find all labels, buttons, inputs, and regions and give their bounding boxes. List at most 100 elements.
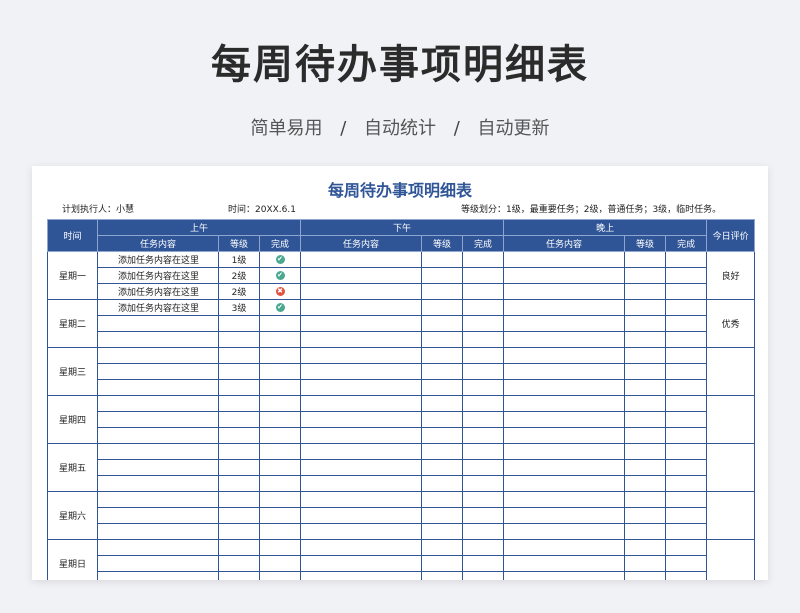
afternoon-task-cell[interactable] (300, 507, 423, 524)
level-cell[interactable] (218, 571, 260, 580)
evening-done-cell[interactable] (665, 251, 708, 268)
afternoon-level-cell[interactable] (421, 315, 464, 332)
afternoon-done-cell[interactable] (462, 443, 505, 460)
evening-done-cell[interactable] (665, 555, 708, 572)
level-cell[interactable] (218, 363, 260, 380)
done-cell[interactable] (258, 379, 302, 396)
evening-level-cell[interactable] (624, 427, 667, 444)
afternoon-level-cell[interactable] (421, 411, 464, 428)
evening-level-cell[interactable] (624, 539, 667, 556)
task-cell[interactable] (97, 363, 219, 380)
afternoon-done-cell[interactable] (462, 491, 505, 508)
evening-task-cell[interactable] (503, 283, 626, 300)
done-cell[interactable]: ✔ (258, 267, 302, 284)
done-cell[interactable] (258, 539, 302, 556)
afternoon-level-cell[interactable] (421, 251, 464, 268)
evening-level-cell[interactable] (624, 523, 667, 540)
evening-done-cell[interactable] (665, 299, 708, 316)
afternoon-task-cell[interactable] (300, 523, 423, 540)
afternoon-task-cell[interactable] (300, 475, 423, 492)
evening-done-cell[interactable] (665, 347, 708, 364)
done-cell[interactable] (258, 315, 302, 332)
evening-done-cell[interactable] (665, 507, 708, 524)
afternoon-done-cell[interactable] (462, 315, 505, 332)
level-cell[interactable] (218, 475, 260, 492)
rating-cell[interactable]: 优秀 (706, 299, 756, 348)
afternoon-done-cell[interactable] (462, 427, 505, 444)
evening-done-cell[interactable] (665, 459, 708, 476)
task-cell[interactable] (97, 443, 219, 460)
level-cell[interactable] (218, 347, 260, 364)
afternoon-task-cell[interactable] (300, 459, 423, 476)
afternoon-done-cell[interactable] (462, 507, 505, 524)
task-cell[interactable] (97, 379, 219, 396)
level-cell[interactable] (218, 459, 260, 476)
task-cell[interactable] (97, 315, 219, 332)
evening-level-cell[interactable] (624, 267, 667, 284)
afternoon-done-cell[interactable] (462, 267, 505, 284)
afternoon-task-cell[interactable] (300, 283, 423, 300)
task-cell[interactable]: 添加任务内容在这里 (97, 283, 219, 300)
evening-level-cell[interactable] (624, 379, 667, 396)
level-cell[interactable] (218, 491, 260, 508)
evening-task-cell[interactable] (503, 523, 626, 540)
afternoon-done-cell[interactable] (462, 347, 505, 364)
evening-task-cell[interactable] (503, 363, 626, 380)
rating-cell[interactable] (706, 347, 756, 396)
done-cell[interactable] (258, 331, 302, 348)
evening-level-cell[interactable] (624, 475, 667, 492)
afternoon-done-cell[interactable] (462, 459, 505, 476)
afternoon-done-cell[interactable] (462, 411, 505, 428)
evening-task-cell[interactable] (503, 555, 626, 572)
evening-level-cell[interactable] (624, 443, 667, 460)
done-cell[interactable] (258, 395, 302, 412)
level-cell[interactable] (218, 555, 260, 572)
level-cell[interactable] (218, 411, 260, 428)
afternoon-level-cell[interactable] (421, 443, 464, 460)
evening-level-cell[interactable] (624, 395, 667, 412)
task-cell[interactable] (97, 427, 219, 444)
evening-task-cell[interactable] (503, 491, 626, 508)
evening-task-cell[interactable] (503, 411, 626, 428)
done-cell[interactable] (258, 491, 302, 508)
afternoon-level-cell[interactable] (421, 347, 464, 364)
task-cell[interactable]: 添加任务内容在这里 (97, 299, 219, 316)
evening-task-cell[interactable] (503, 347, 626, 364)
evening-done-cell[interactable] (665, 427, 708, 444)
level-cell[interactable] (218, 507, 260, 524)
evening-task-cell[interactable] (503, 395, 626, 412)
evening-done-cell[interactable] (665, 315, 708, 332)
evening-task-cell[interactable] (503, 475, 626, 492)
afternoon-level-cell[interactable] (421, 459, 464, 476)
level-cell[interactable] (218, 395, 260, 412)
afternoon-done-cell[interactable] (462, 283, 505, 300)
afternoon-done-cell[interactable] (462, 539, 505, 556)
afternoon-task-cell[interactable] (300, 571, 423, 580)
task-cell[interactable] (97, 459, 219, 476)
evening-task-cell[interactable] (503, 251, 626, 268)
afternoon-level-cell[interactable] (421, 395, 464, 412)
afternoon-done-cell[interactable] (462, 251, 505, 268)
evening-done-cell[interactable] (665, 571, 708, 580)
evening-task-cell[interactable] (503, 299, 626, 316)
afternoon-level-cell[interactable] (421, 427, 464, 444)
afternoon-task-cell[interactable] (300, 363, 423, 380)
done-cell[interactable] (258, 363, 302, 380)
evening-task-cell[interactable] (503, 379, 626, 396)
task-cell[interactable]: 添加任务内容在这里 (97, 267, 219, 284)
afternoon-level-cell[interactable] (421, 283, 464, 300)
afternoon-level-cell[interactable] (421, 507, 464, 524)
evening-task-cell[interactable] (503, 571, 626, 580)
task-cell[interactable] (97, 571, 219, 580)
afternoon-level-cell[interactable] (421, 523, 464, 540)
done-cell[interactable] (258, 475, 302, 492)
evening-done-cell[interactable] (665, 283, 708, 300)
afternoon-done-cell[interactable] (462, 555, 505, 572)
evening-done-cell[interactable] (665, 331, 708, 348)
rating-cell[interactable] (706, 395, 756, 444)
evening-done-cell[interactable] (665, 379, 708, 396)
afternoon-level-cell[interactable] (421, 299, 464, 316)
level-cell[interactable] (218, 539, 260, 556)
afternoon-task-cell[interactable] (300, 347, 423, 364)
afternoon-done-cell[interactable] (462, 475, 505, 492)
